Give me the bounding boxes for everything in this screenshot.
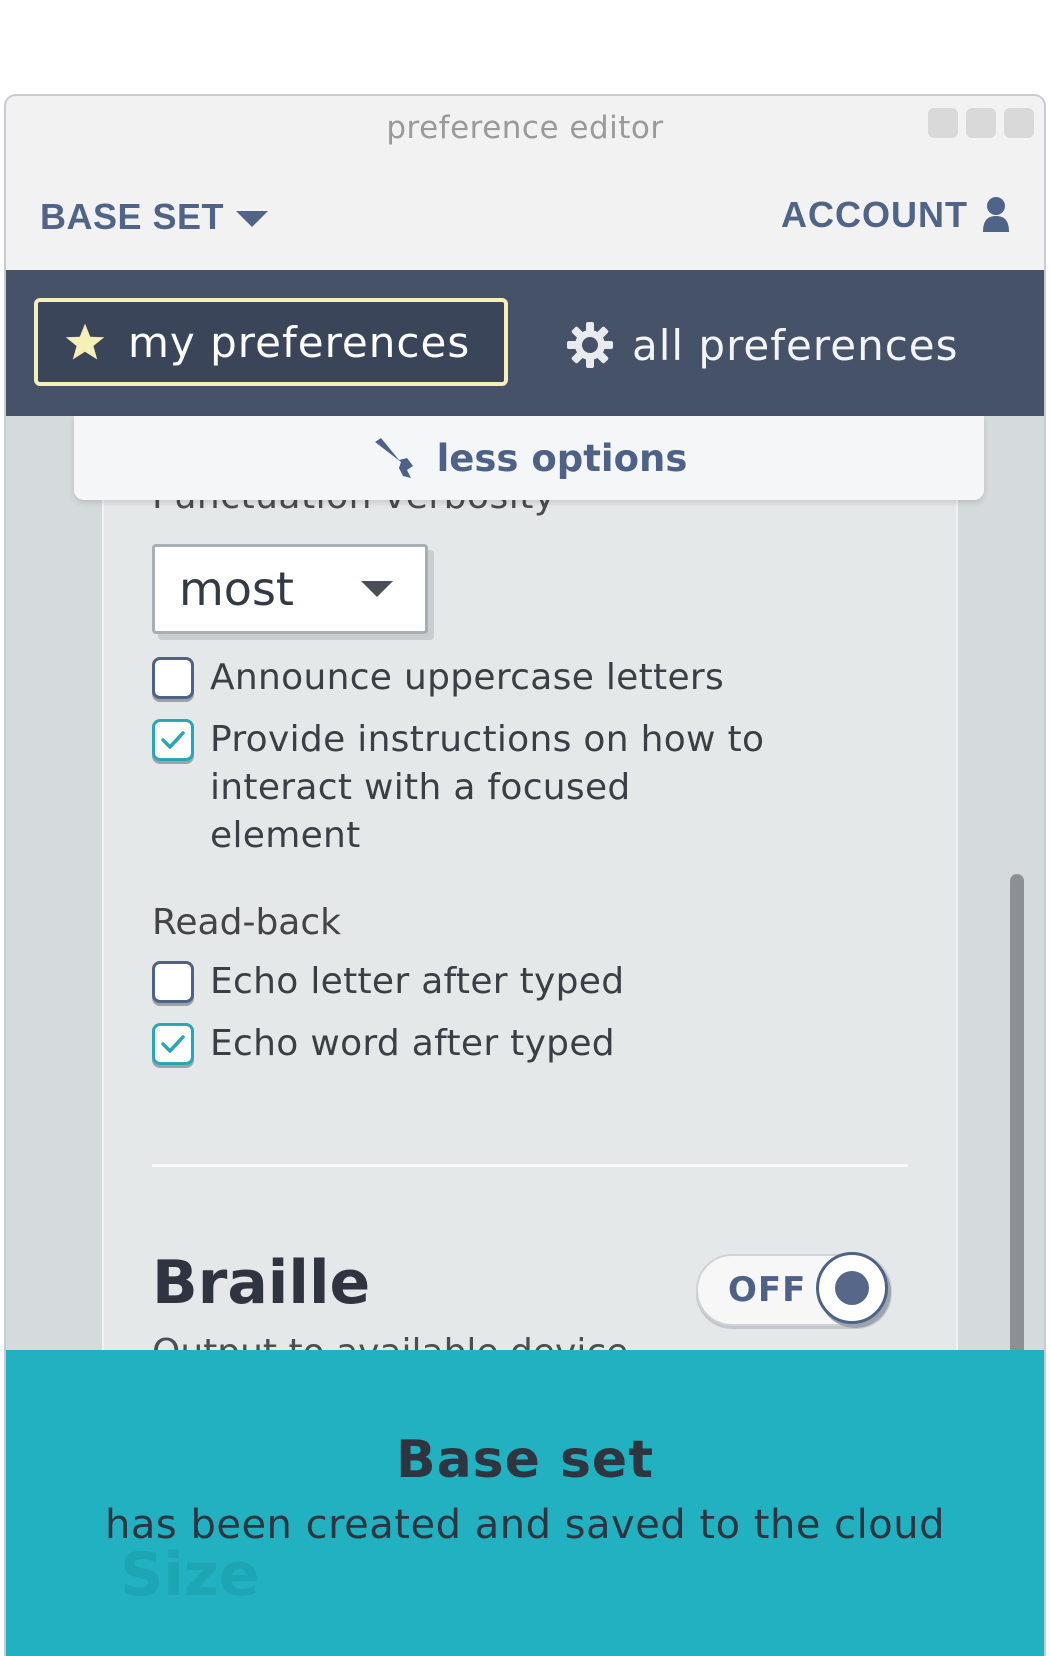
less-options-button[interactable]: less options: [74, 416, 984, 500]
provide-instructions-option[interactable]: Provide instructions on how to interact …: [152, 716, 772, 860]
toggle-label: OFF: [728, 1270, 807, 1310]
announce-uppercase-option[interactable]: Announce uppercase letters: [152, 654, 724, 702]
preference-editor-window: preference editor BASE SET ACCOUNT my pr…: [4, 94, 1046, 1656]
braille-toggle[interactable]: OFF: [696, 1252, 892, 1326]
minimize-button[interactable]: [928, 108, 958, 138]
tab-my-preferences-label: my preferences: [128, 317, 471, 367]
base-set-dropdown[interactable]: BASE SET: [40, 196, 269, 238]
maximize-button[interactable]: [966, 108, 996, 138]
echo-word-option[interactable]: Echo word after typed: [152, 1020, 615, 1068]
header-bar: BASE SET ACCOUNT: [6, 156, 1044, 270]
star-icon: [65, 323, 105, 360]
window-controls: [928, 108, 1034, 138]
title-bar: preference editor: [6, 96, 1044, 156]
chevron-down-icon: [236, 211, 269, 227]
window-title: preference editor: [386, 110, 664, 146]
chevron-down-icon: [361, 581, 393, 597]
toast-message: has been created and saved to the cloud: [105, 1502, 945, 1548]
user-icon: [983, 197, 1009, 232]
account-button[interactable]: ACCOUNT: [781, 194, 1010, 236]
account-label: ACCOUNT: [781, 194, 968, 235]
less-options-label: less options: [436, 436, 688, 480]
checkbox[interactable]: [152, 719, 194, 761]
select-value: most: [179, 562, 294, 616]
base-set-label: BASE SET: [40, 196, 225, 237]
check-icon: [161, 731, 185, 749]
checkbox[interactable]: [152, 657, 194, 699]
tab-all-preferences-label: all preferences: [632, 320, 959, 370]
gear-icon: [567, 322, 613, 368]
checkbox-label: Provide instructions on how to interact …: [210, 719, 765, 856]
punctuation-verbosity-select[interactable]: most: [152, 544, 428, 634]
tab-all-preferences[interactable]: all preferences: [566, 310, 959, 380]
tab-my-preferences[interactable]: my preferences: [34, 298, 508, 386]
tab-bar: my preferences all preferences: [6, 270, 1044, 416]
braille-heading: Braille: [152, 1248, 371, 1318]
echo-letter-option[interactable]: Echo letter after typed: [152, 958, 624, 1006]
notification-toast: Size Base set has been created and saved…: [6, 1350, 1044, 1656]
wrench-icon: [374, 438, 413, 478]
checkbox-label: Announce uppercase letters: [210, 657, 725, 698]
checkbox-label: Echo word after typed: [210, 1023, 615, 1064]
check-icon: [161, 1035, 185, 1053]
size-heading: Size: [120, 1540, 260, 1610]
close-button[interactable]: [1004, 108, 1034, 138]
toast-title: Base set: [395, 1430, 655, 1490]
checkbox[interactable]: [152, 1023, 194, 1065]
section-divider: [152, 1164, 908, 1167]
checkbox-label: Echo letter after typed: [210, 961, 625, 1002]
checkbox[interactable]: [152, 961, 194, 1003]
toggle-knob[interactable]: [816, 1252, 888, 1324]
read-back-heading: Read-back: [152, 902, 341, 943]
